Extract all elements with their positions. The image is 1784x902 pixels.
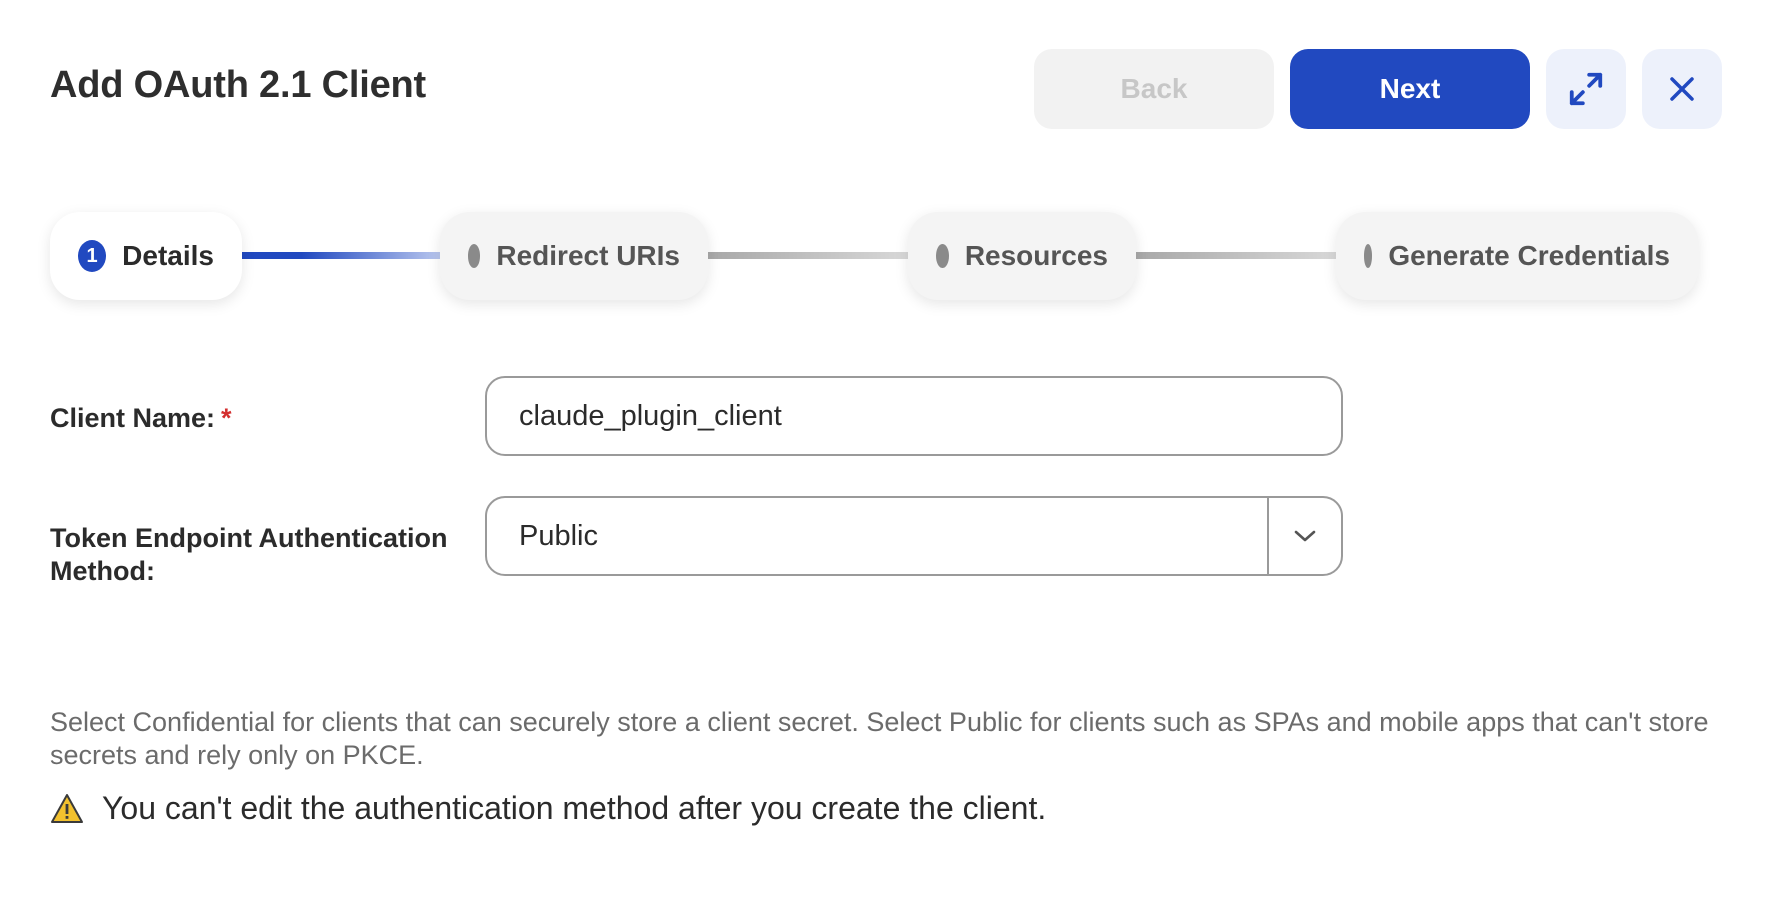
step-details[interactable]: 1 Details [50, 212, 242, 300]
dropdown-toggle[interactable] [1267, 498, 1341, 574]
back-button[interactable]: Back [1034, 49, 1274, 129]
expand-button[interactable] [1546, 49, 1626, 129]
step-connector [242, 252, 440, 259]
step-redirect-uris[interactable]: Redirect URIs [440, 212, 708, 300]
warning-message: You can't edit the authentication method… [50, 790, 1046, 827]
auth-method-select[interactable]: Public [485, 496, 1343, 576]
step-connector [1136, 252, 1336, 259]
add-oauth-client-dialog: Add OAuth 2.1 Client Back Next 1 Details… [0, 0, 1784, 902]
close-icon [1670, 77, 1694, 101]
chevron-down-icon [1294, 530, 1316, 542]
help-text: Select Confidential for clients that can… [50, 707, 1709, 770]
next-button[interactable]: Next [1290, 49, 1530, 129]
step-label: Generate Credentials [1388, 240, 1670, 271]
auth-method-label: Token Endpoint Authentication Method: [50, 523, 448, 586]
step-generate-credentials[interactable]: Generate Credentials [1336, 212, 1698, 300]
step-label: Details [122, 240, 214, 271]
client-name-input[interactable]: claude_plugin_client [485, 376, 1343, 456]
step-dot-icon [936, 244, 949, 268]
expand-icon [1569, 72, 1603, 106]
step-label: Resources [964, 240, 1108, 271]
step-resources[interactable]: Resources [908, 212, 1136, 300]
close-button[interactable] [1642, 49, 1722, 129]
auth-method-value: Public [519, 519, 598, 552]
step-label: Redirect URIs [496, 240, 680, 271]
client-name-label: Client Name: * [50, 402, 232, 435]
page-title: Add OAuth 2.1 Client [50, 64, 427, 106]
warning-icon [51, 793, 83, 823]
warning-text: You can't edit the authentication method… [102, 790, 1047, 826]
step-dot-icon [468, 244, 481, 268]
step-number-badge: 1 [78, 240, 107, 272]
step-dot-icon [1364, 244, 1373, 268]
required-asterisk: * [221, 403, 232, 433]
client-name-value: claude_plugin_client [519, 399, 782, 432]
step-connector [708, 252, 908, 259]
client-name-label-text: Client Name: [50, 403, 216, 433]
